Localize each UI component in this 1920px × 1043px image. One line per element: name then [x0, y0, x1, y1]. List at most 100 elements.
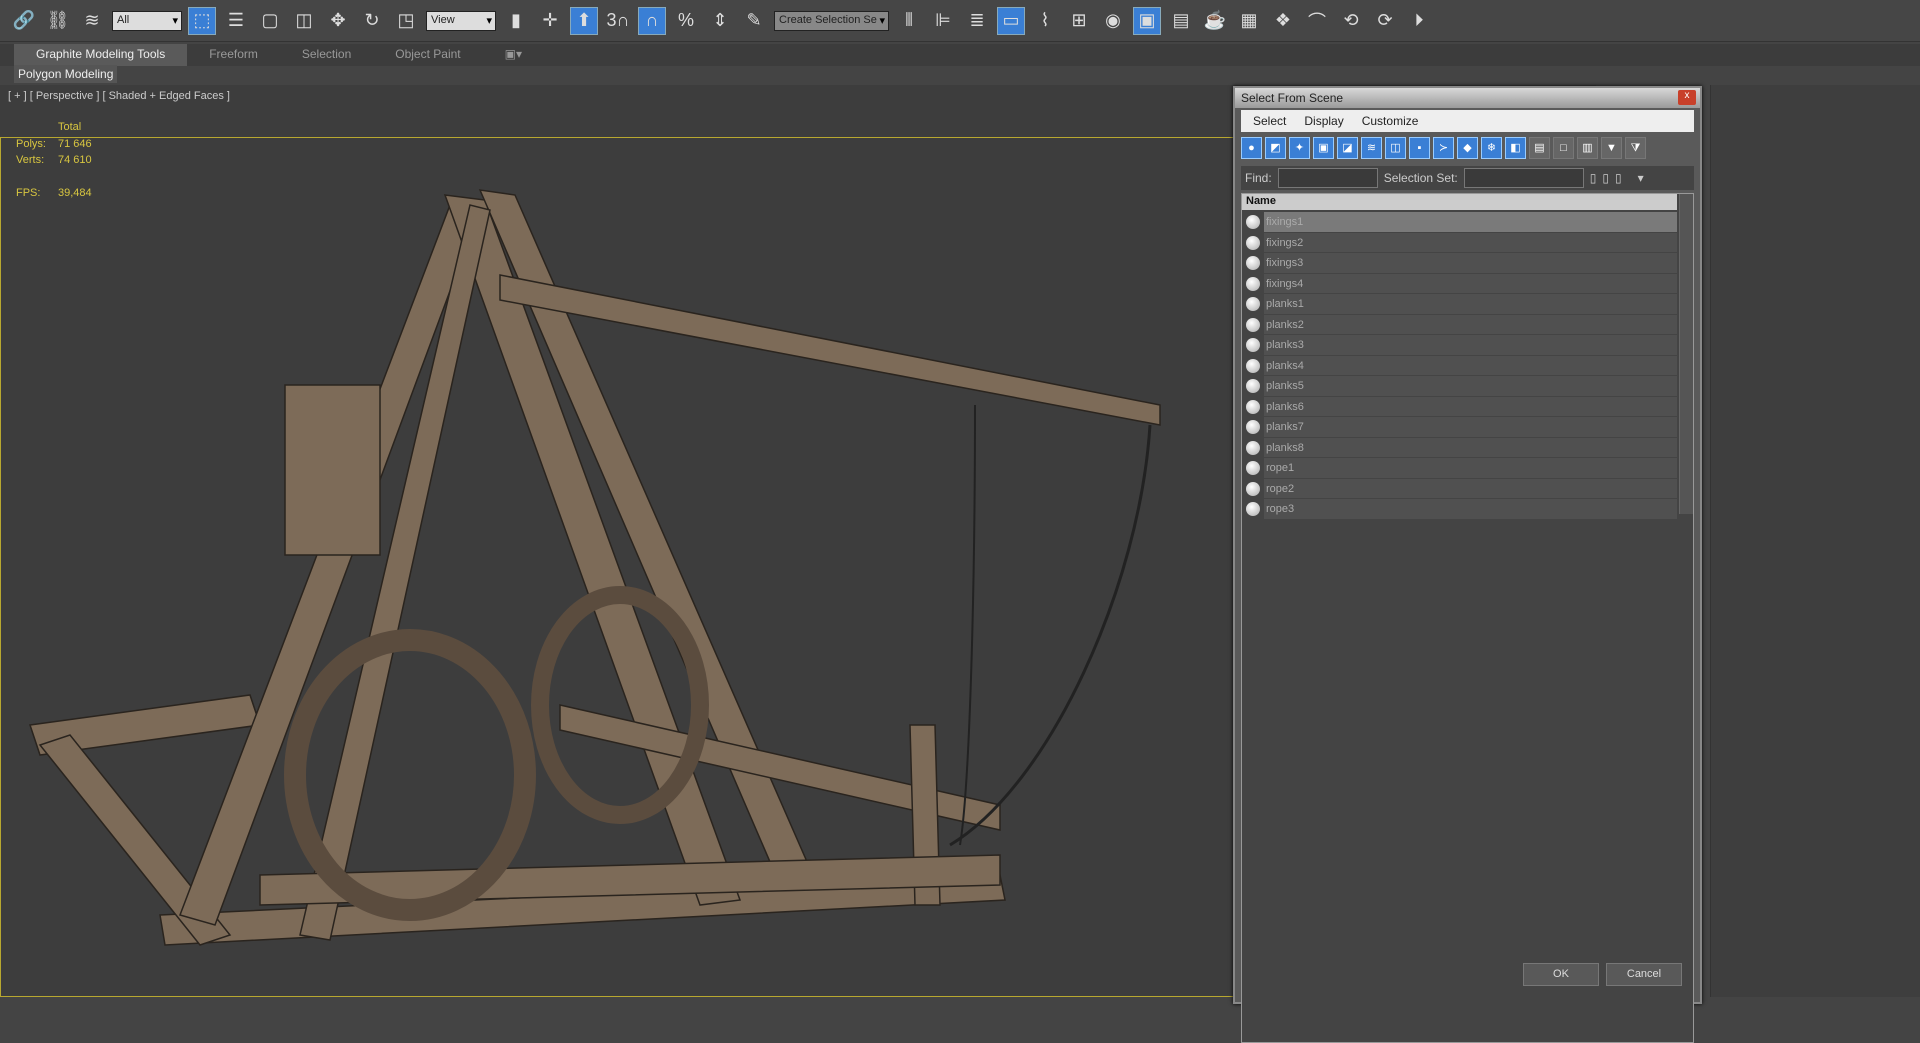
selection-set-dropdown[interactable] — [1463, 168, 1584, 188]
containers-filter-icon[interactable]: ◆ — [1457, 137, 1478, 159]
pivot-icon[interactable]: ▮ — [502, 7, 530, 35]
list-item-label: fixings2 — [1264, 232, 1677, 253]
select-by-name-icon[interactable]: ☰ — [222, 7, 250, 35]
find-input[interactable] — [1277, 168, 1378, 188]
list-item[interactable]: planks8 — [1242, 437, 1677, 458]
filter-options-icon[interactable]: ⧩ — [1625, 137, 1646, 159]
list-item[interactable]: planks2 — [1242, 314, 1677, 335]
mirror-icon[interactable]: ⫴ — [895, 7, 923, 35]
ok-button[interactable]: OK — [1523, 963, 1599, 986]
panel-polygon-modeling[interactable]: Polygon Modeling — [14, 65, 118, 83]
scale-icon[interactable]: ◳ — [392, 7, 420, 35]
list-scrollbar[interactable] — [1679, 194, 1693, 514]
shapes-filter-icon[interactable]: ◩ — [1265, 137, 1286, 159]
geometry-object-icon — [1246, 481, 1260, 496]
list-item[interactable]: rope1 — [1242, 458, 1677, 479]
render-frame-icon[interactable]: ▤ — [1167, 7, 1195, 35]
bones-filter-icon[interactable]: ≻ — [1433, 137, 1454, 159]
list-item-label: planks5 — [1264, 376, 1677, 397]
anim-set-icon[interactable]: ⏵ — [1405, 7, 1433, 35]
render-icon[interactable]: ☕ — [1201, 7, 1229, 35]
column-header-name[interactable]: Name — [1242, 194, 1677, 210]
list-item[interactable]: fixings1 — [1242, 212, 1677, 233]
select-none-icon[interactable]: □ — [1553, 137, 1574, 159]
select-object-icon[interactable]: ⬚ — [188, 6, 216, 35]
list-item[interactable]: planks4 — [1242, 355, 1677, 376]
list-item[interactable]: planks5 — [1242, 376, 1677, 397]
list-item[interactable]: planks3 — [1242, 335, 1677, 356]
xref-icon[interactable]: ❖ — [1269, 7, 1297, 35]
rotate-icon[interactable]: ↻ — [358, 7, 386, 35]
align-icon[interactable]: ⊫ — [929, 7, 957, 35]
selection-set-label: Selection Set: — [1383, 171, 1458, 185]
menu-select[interactable]: Select — [1253, 114, 1286, 128]
spacewarps-filter-icon[interactable]: ≋ — [1361, 137, 1382, 159]
cancel-button[interactable]: Cancel — [1606, 963, 1682, 986]
anim-loop-icon[interactable]: ⟳ — [1371, 7, 1399, 35]
snap-toggle-icon[interactable]: 3 ∩ — [604, 7, 632, 35]
find-label: Find: — [1245, 171, 1272, 185]
list-item[interactable]: rope3 — [1242, 499, 1677, 520]
helpers-filter-icon[interactable]: ◪ — [1337, 137, 1358, 159]
spinner-snap-icon[interactable]: ⇕ — [706, 7, 734, 35]
ribbon-options-icon[interactable]: ▣▾ — [483, 44, 544, 66]
window-crossing-icon[interactable]: ◫ — [290, 7, 318, 35]
command-panel — [1700, 85, 1920, 1038]
geometry-filter-icon[interactable]: ● — [1241, 137, 1262, 159]
list-item[interactable]: planks7 — [1242, 417, 1677, 438]
schematic-view-icon[interactable]: ⊞ — [1065, 7, 1093, 35]
unlink-icon[interactable]: ⛓ — [44, 7, 72, 35]
ref-coord-dropdown[interactable]: View — [426, 10, 496, 31]
curve-editor-icon[interactable]: ⌇ — [1031, 7, 1059, 35]
tool-icon[interactable]: ⌒ — [1303, 7, 1331, 35]
ribbon-toggle-icon[interactable]: ▭ — [997, 6, 1025, 35]
invert-selection-icon[interactable]: ▥ — [1577, 137, 1598, 159]
tab-selection[interactable]: Selection — [280, 44, 373, 66]
edit-named-sets-icon[interactable]: ✎ — [740, 7, 768, 35]
material-editor-icon[interactable]: ◉ — [1099, 7, 1127, 35]
viewport-label[interactable]: [ + ] [ Perspective ] [ Shaded + Edged F… — [8, 90, 230, 102]
tab-graphite-modeling-tools[interactable]: Graphite Modeling Tools — [14, 44, 188, 66]
list-item-label: fixings3 — [1264, 253, 1677, 274]
percent-snap-icon[interactable]: % — [672, 7, 700, 35]
bind-spacewarp-icon[interactable]: ≋ — [78, 7, 106, 35]
list-item[interactable]: planks1 — [1242, 294, 1677, 315]
expand-icon[interactable]: ▾ — [1638, 171, 1644, 185]
dialog-menu: Select Display Customize — [1241, 110, 1694, 132]
angle-snap-icon[interactable]: ∩ — [638, 6, 666, 35]
lights-filter-icon[interactable]: ✦ — [1289, 137, 1310, 159]
geometry-object-icon — [1246, 502, 1260, 517]
layer-manager-icon[interactable]: ≣ — [963, 7, 991, 35]
selection-filter-dropdown[interactable]: All — [112, 10, 182, 31]
container-icon[interactable]: ▦ — [1235, 7, 1263, 35]
hidden-filter-icon[interactable]: ◧ — [1505, 137, 1526, 159]
close-button[interactable]: x — [1678, 90, 1696, 105]
list-item[interactable]: planks6 — [1242, 396, 1677, 417]
groups-filter-icon[interactable]: ◫ — [1385, 137, 1406, 159]
link-icon[interactable]: 🔗 — [10, 7, 38, 35]
sel-set-edit-icon[interactable]: ▯ — [1615, 171, 1622, 185]
menu-customize[interactable]: Customize — [1362, 114, 1419, 128]
sel-set-add-icon[interactable]: ▯ — [1590, 171, 1597, 185]
sel-set-remove-icon[interactable]: ▯ — [1602, 171, 1609, 185]
named-selection-dropdown[interactable]: Create Selection Se — [774, 10, 889, 31]
list-item[interactable]: fixings4 — [1242, 273, 1677, 294]
tab-freeform[interactable]: Freeform — [187, 44, 280, 66]
filter-icon[interactable]: ▼ — [1601, 137, 1622, 159]
frozen-filter-icon[interactable]: ❄ — [1481, 137, 1502, 159]
anim-key-icon[interactable]: ⟲ — [1337, 7, 1365, 35]
xrefs-filter-icon[interactable]: ▪ — [1409, 137, 1430, 159]
list-item[interactable]: fixings2 — [1242, 232, 1677, 253]
list-item[interactable]: rope2 — [1242, 478, 1677, 499]
geometry-object-icon — [1246, 276, 1260, 291]
keyboard-shortcut-icon[interactable]: ⬆ — [570, 6, 598, 35]
rect-selection-icon[interactable]: ▢ — [256, 7, 284, 35]
menu-display[interactable]: Display — [1304, 114, 1343, 128]
manipulate-icon[interactable]: ✛ — [536, 7, 564, 35]
cameras-filter-icon[interactable]: ▣ — [1313, 137, 1334, 159]
select-all-icon[interactable]: ▤ — [1529, 137, 1550, 159]
tab-object-paint[interactable]: Object Paint — [373, 44, 482, 66]
move-icon[interactable]: ✥ — [324, 7, 352, 35]
render-setup-icon[interactable]: ▣ — [1133, 6, 1161, 35]
list-item[interactable]: fixings3 — [1242, 253, 1677, 274]
